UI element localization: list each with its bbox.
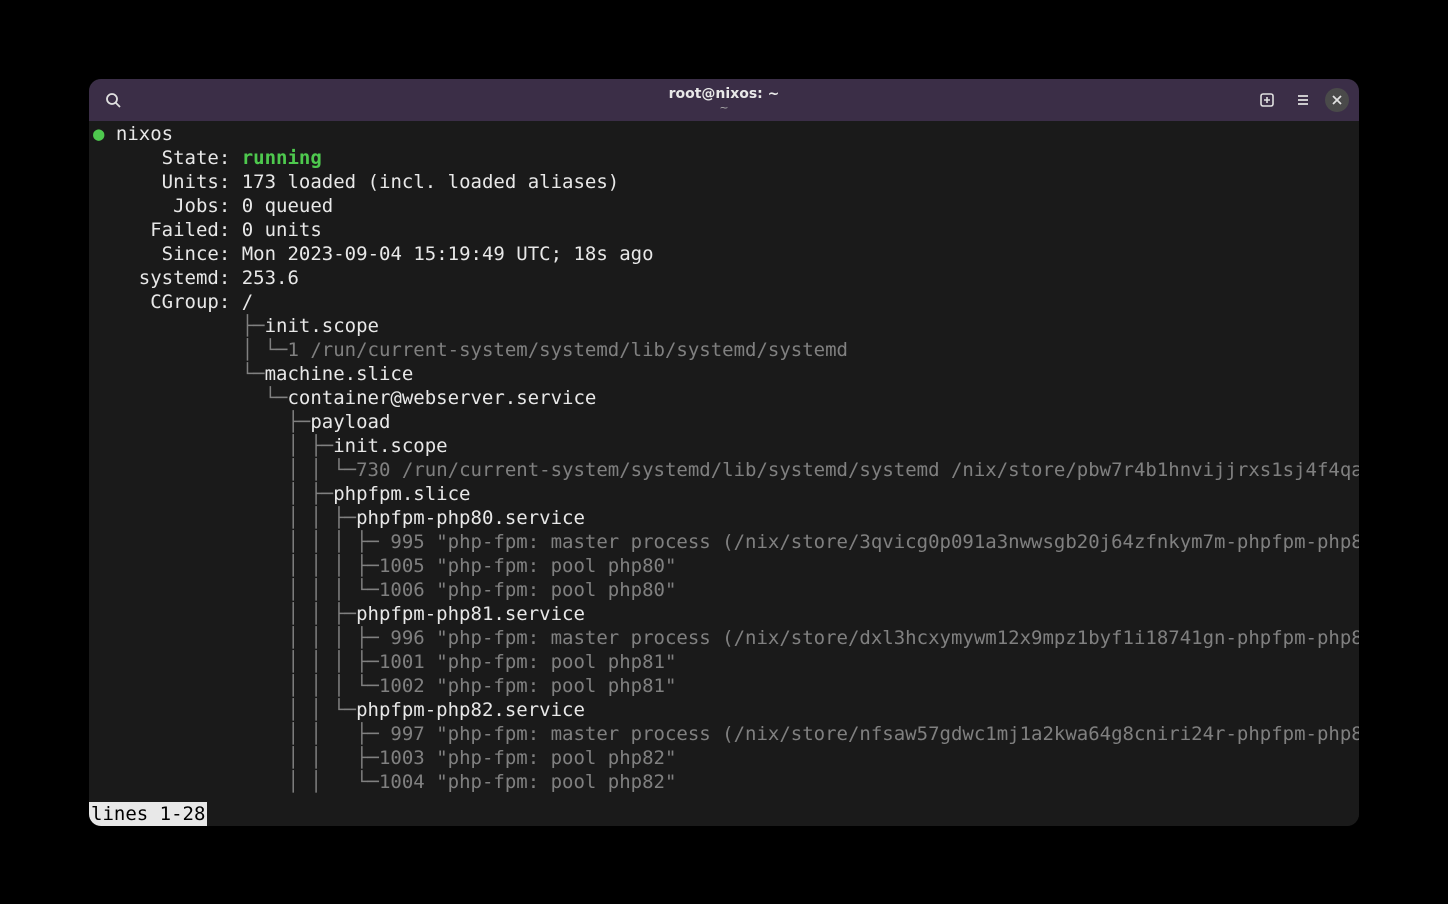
tree-cmd: "php-fpm: pool php81" [425, 651, 677, 673]
tree-cmd: "php-fpm: master process (/nix/store/3qv… [425, 531, 1359, 553]
units-value: 173 loaded (incl. loaded aliases) [242, 171, 620, 193]
since-value: Mon 2023-09-04 15:19:49 UTC; 18s ago [242, 243, 654, 265]
tree-cmd: "php-fpm: pool php81" [425, 675, 677, 697]
terminal-output[interactable]: ● nixos State: running Units: 173 loaded… [89, 121, 1359, 826]
tree-pid: 1004 [379, 771, 425, 793]
tree-cmd: "php-fpm: master process (/nix/store/dxl… [425, 627, 1359, 649]
tree-node: machine.slice [265, 363, 414, 385]
failed-value: 0 units [242, 219, 322, 241]
tree-pid: 730 [356, 459, 390, 481]
tree-pid: 1003 [379, 747, 425, 769]
state-value: running [242, 147, 322, 169]
tree-pid: 995 [379, 531, 425, 553]
tree-cmd: /run/current-system/systemd/lib/systemd/… [390, 459, 1359, 481]
jobs-value: 0 queued [242, 195, 334, 217]
menu-icon[interactable] [1289, 86, 1317, 114]
jobs-label: Jobs: [173, 195, 230, 217]
tree-node: phpfpm-php80.service [356, 507, 585, 529]
tree-node: phpfpm-php82.service [356, 699, 585, 721]
tree-cmd: "php-fpm: pool php80" [425, 555, 677, 577]
tree-pid: 1002 [379, 675, 425, 697]
search-icon[interactable] [99, 86, 127, 114]
tree-node: init.scope [265, 315, 379, 337]
cgroup-value: / [242, 291, 253, 313]
tree-node: init.scope [333, 435, 447, 457]
tree-pid: 1001 [379, 651, 425, 673]
tree-pid: 1006 [379, 579, 425, 601]
pager-status: lines 1-28 [89, 802, 207, 826]
tree-pid: 997 [379, 723, 425, 745]
tree-cmd: "php-fpm: pool php82" [425, 747, 677, 769]
tree-pid: 1005 [379, 555, 425, 577]
tree-pid: 996 [379, 627, 425, 649]
tree-pid: 1 [287, 339, 298, 361]
titlebar: root@nixos: ~ ~ [89, 79, 1359, 121]
since-label: Since: [162, 243, 231, 265]
tree-node: payload [310, 411, 390, 433]
failed-label: Failed: [150, 219, 230, 241]
units-label: Units: [162, 171, 231, 193]
tree-cmd: "php-fpm: pool php82" [425, 771, 677, 793]
close-icon[interactable] [1325, 88, 1349, 112]
cgroup-label: CGroup: [150, 291, 230, 313]
tree-node: phpfpm.slice [333, 483, 470, 505]
hostname: nixos [116, 123, 173, 145]
state-label: State: [162, 147, 231, 169]
tree-node: phpfpm-php81.service [356, 603, 585, 625]
tree-cmd: /run/current-system/systemd/lib/systemd/… [299, 339, 848, 361]
window-title: root@nixos: ~ [669, 86, 780, 102]
tree-node: container@webserver.service [287, 387, 596, 409]
tree-cmd: "php-fpm: master process (/nix/store/nfs… [425, 723, 1359, 745]
window-subtitle: ~ [719, 101, 728, 114]
terminal-window: root@nixos: ~ ~ [89, 79, 1359, 826]
new-tab-icon[interactable] [1253, 86, 1281, 114]
tree-cmd: "php-fpm: pool php80" [425, 579, 677, 601]
systemd-value: 253.6 [242, 267, 299, 289]
systemd-label: systemd: [139, 267, 231, 289]
